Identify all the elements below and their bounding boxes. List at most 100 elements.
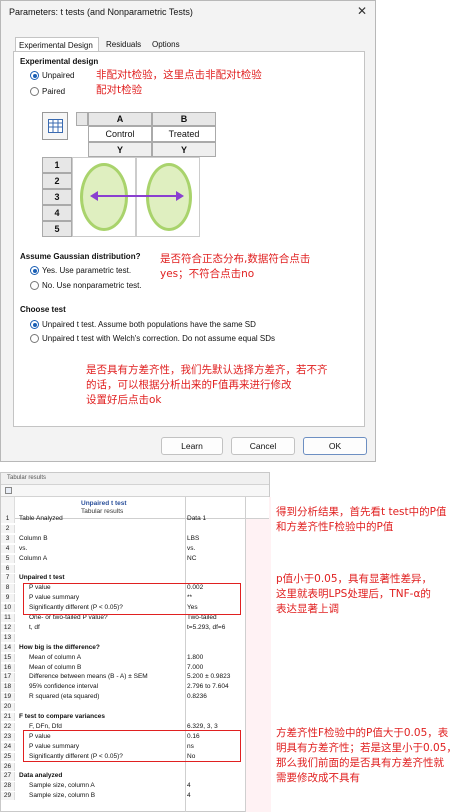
grid-row-4: 4 bbox=[42, 205, 72, 221]
row-number: 4 bbox=[1, 544, 15, 553]
row-number: 26 bbox=[1, 762, 15, 771]
row-number: 22 bbox=[1, 722, 15, 732]
nonparametric-radio[interactable]: No. Use nonparametric test. bbox=[30, 281, 142, 290]
close-icon[interactable]: ✕ bbox=[357, 4, 367, 18]
unpaired-annotation: 非配对t检验，这里点击非配对t检验 配对t检验 bbox=[96, 68, 262, 98]
row-number: 3 bbox=[1, 534, 15, 544]
row-label: 95% confidence interval bbox=[29, 683, 99, 691]
row-number: 12 bbox=[1, 623, 15, 633]
tabular-results-window: Tabular results Unpaired t test Tabular … bbox=[0, 472, 271, 812]
welch-radio[interactable]: Unpaired t test with Welch's correction.… bbox=[30, 334, 275, 343]
row-number: 16 bbox=[1, 663, 15, 672]
results-header-title: Unpaired t test bbox=[81, 500, 127, 507]
table-row: 13 bbox=[1, 633, 271, 643]
paired-radio[interactable]: Paired bbox=[30, 87, 65, 96]
table-row: 27 Data analyzed bbox=[1, 772, 271, 781]
parametric-radio[interactable]: Yes. Use parametric test. bbox=[30, 266, 131, 275]
grid-col-a-letter: A bbox=[88, 112, 152, 126]
row-number: 29 bbox=[1, 792, 15, 801]
variance-annotation: 是否具有方差齐性，我们先默认选择方差齐，若不齐 的话，可以根据分析出来的F值再来… bbox=[86, 363, 328, 408]
row-label: F test to compare variances bbox=[19, 713, 105, 720]
results-window-tab[interactable]: Tabular results bbox=[7, 475, 46, 481]
dialog-titlebar: Parameters: t tests (and Nonparametric T… bbox=[1, 1, 375, 23]
tab-experimental-design[interactable]: Experimental Design bbox=[15, 37, 99, 52]
results-header-subtitle: Tabular results bbox=[81, 508, 124, 515]
row-label: One- or two-tailed P value? bbox=[29, 614, 108, 621]
row-number: 18 bbox=[1, 683, 15, 692]
row-number: 15 bbox=[1, 653, 15, 662]
unpaired-label: Unpaired bbox=[42, 71, 75, 80]
radio-selected-icon bbox=[30, 71, 39, 80]
result-note-line2: 和方差齐性F检验中的P值 bbox=[276, 521, 394, 533]
variance-note-line2: 的话，可以根据分析出来的F值再来进行修改 bbox=[86, 379, 292, 391]
radio-empty-icon bbox=[30, 87, 39, 96]
table-row: 14 How big is the difference? bbox=[1, 643, 271, 652]
row-number: 14 bbox=[1, 643, 15, 652]
row-value: Data 1 bbox=[187, 515, 207, 522]
row-label: Mean of column B bbox=[29, 663, 82, 671]
grid-col-b-name: Treated bbox=[152, 126, 216, 142]
table-row: 11 One- or two-tailed P value? Two-tailed bbox=[1, 614, 271, 623]
row-value: 2.796 to 7.604 bbox=[187, 683, 229, 691]
equal-sd-radio[interactable]: Unpaired t test. Assume both populations… bbox=[30, 320, 256, 329]
table-row: 4 vs. vs. bbox=[1, 544, 271, 553]
nonparametric-label: No. Use nonparametric test. bbox=[42, 281, 142, 290]
table-row: 19 R squared (eta squared) 0.8236 bbox=[1, 693, 271, 702]
row-number: 21 bbox=[1, 713, 15, 722]
row-label: vs. bbox=[19, 544, 28, 552]
row-number: 11 bbox=[1, 614, 15, 623]
row-number: 10 bbox=[1, 604, 15, 613]
unpaired-radio[interactable]: Unpaired bbox=[30, 71, 74, 80]
dialog-title: Parameters: t tests (and Nonparametric T… bbox=[9, 7, 193, 17]
pvalue-annotation: p值小于0.05，具有显著性差异， 这里就表明LPS处理后，TNF-α的 表达显… bbox=[276, 572, 432, 617]
row-value: vs. bbox=[187, 544, 196, 552]
row-number: 7 bbox=[1, 574, 15, 583]
row-label: Column A bbox=[19, 554, 48, 562]
row-number: 6 bbox=[1, 564, 15, 573]
row-number: 25 bbox=[1, 752, 15, 761]
row-label: Sample size, column A bbox=[29, 782, 95, 790]
grid-col-a-name: Control bbox=[88, 126, 152, 142]
row-label: Sample size, column B bbox=[29, 792, 96, 800]
ftest-annotation: 方差齐性F检验中的P值大于0.05，表 明具有方差齐性；若是这里小于0.05， … bbox=[276, 726, 457, 786]
table-format-icon[interactable] bbox=[42, 112, 68, 140]
tab-options[interactable]: Options bbox=[149, 37, 189, 52]
unpaired-note-line2: 配对t检验 bbox=[96, 84, 143, 96]
table-row: 17 Difference between means (B - A) ± SEM… bbox=[1, 673, 271, 682]
row-number: 23 bbox=[1, 732, 15, 742]
row-number: 20 bbox=[1, 703, 15, 712]
results-table-icon[interactable] bbox=[5, 487, 12, 494]
gaussian-note-line2: yes；不符合点击no bbox=[160, 268, 255, 280]
row-number: 13 bbox=[1, 633, 15, 643]
row-number: 19 bbox=[1, 693, 15, 702]
row-number: 1 bbox=[1, 515, 15, 524]
cancel-button[interactable]: Cancel bbox=[231, 437, 295, 455]
ftest-note-line4: 需要修改成不具有 bbox=[276, 772, 360, 784]
table-row: 5 Column A NC bbox=[1, 554, 271, 563]
row-label: How big is the difference? bbox=[19, 643, 100, 651]
gaussian-annotation: 是否符合正态分布,数据符合点击 yes；不符合点击no bbox=[160, 252, 310, 282]
grid-col-b-type: Y bbox=[152, 142, 216, 157]
table-row: 20 bbox=[1, 703, 271, 712]
table-row: 26 bbox=[1, 762, 271, 771]
row-number: 2 bbox=[1, 524, 15, 534]
pvalue-note-line1: p值小于0.05，具有显著性差异， bbox=[276, 573, 433, 585]
ok-button[interactable]: OK bbox=[303, 437, 367, 455]
row-label: t, df bbox=[29, 623, 40, 631]
pvalue-note-line3: 表达显著上调 bbox=[276, 603, 339, 615]
table-row: 29 Sample size, column B 4 bbox=[1, 792, 271, 801]
row-label: Table Analyzed bbox=[19, 515, 63, 522]
learn-button[interactable]: Learn bbox=[161, 437, 223, 455]
table-row: 6 bbox=[1, 564, 271, 573]
grid-row-numbers: 1 2 3 4 5 bbox=[42, 157, 216, 237]
row-label: Column B bbox=[19, 534, 48, 542]
row-value: t=5.293, df=6 bbox=[187, 623, 226, 631]
table-row: 28 Sample size, column A 4 bbox=[1, 782, 271, 791]
row-label: Mean of column A bbox=[29, 653, 82, 661]
row-number: 5 bbox=[1, 554, 15, 563]
row-label: Difference between means (B - A) ± SEM bbox=[29, 673, 148, 681]
radio-selected-icon bbox=[30, 266, 39, 275]
tab-residuals[interactable]: Residuals bbox=[103, 37, 147, 52]
grid-corner bbox=[76, 112, 88, 126]
table-row: 2 bbox=[1, 524, 271, 534]
